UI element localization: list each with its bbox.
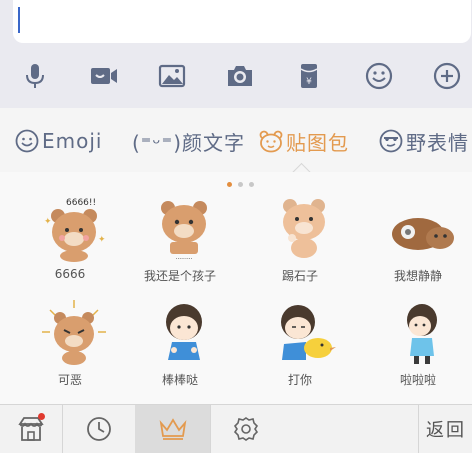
tab-emoji[interactable]: Emoji <box>14 126 102 156</box>
tab-emoji-label: Emoji <box>42 129 103 153</box>
sticker-caption: 我想静静 <box>393 269 442 283</box>
girl-sticker-image <box>407 304 437 364</box>
cool-face-icon <box>379 129 403 153</box>
bottom-bar: 返回 <box>0 404 472 453</box>
bear-sticker-image <box>283 199 325 258</box>
sticker-caption: 棒棒哒 <box>161 373 198 387</box>
sticker-item[interactable]: 啦啦啦 <box>368 294 468 399</box>
sticker-grid: 6666!! ✦ ✦ 6666 ········· 我还是个孩子 踢石子 我想静… <box>0 172 472 404</box>
settings-icon <box>233 417 259 441</box>
category-tabs: Emoji (⁼ᵕ⁼)颜文字 贴图包 野表情 <box>0 108 472 172</box>
girl-sticker-image <box>281 305 336 360</box>
sticker-item[interactable]: 我想静静 <box>368 190 468 295</box>
sticker-caption: 我还是个孩子 <box>143 269 216 283</box>
red-packet-icon: ¥ <box>300 64 318 88</box>
page-indicator <box>227 182 254 188</box>
input-toolbar: ¥ <box>0 52 472 100</box>
sticker-item[interactable]: ········· 我还是个孩子 <box>130 190 230 295</box>
svg-text:6666!!: 6666!! <box>66 198 96 208</box>
page-dot <box>249 182 254 187</box>
message-input[interactable] <box>13 0 471 43</box>
tab-kaomoji-label: (⁼ᵕ⁼)颜文字 <box>132 130 245 155</box>
vip-tab[interactable] <box>135 405 211 453</box>
bear-sticker-image: 6666!! ✦ ✦ <box>44 198 106 262</box>
svg-text:✦: ✦ <box>44 217 52 227</box>
tab-kaomoji[interactable]: (⁼ᵕ⁼)颜文字 <box>132 126 245 156</box>
crown-icon <box>159 418 186 440</box>
sticker-panel: Emoji (⁼ᵕ⁼)颜文字 贴图包 野表情 6666!! ✦ ✦ 6666 ·… <box>0 108 472 404</box>
sticker-item[interactable]: 踢石子 <box>250 190 350 295</box>
image-button[interactable] <box>150 52 194 100</box>
bear-face-icon <box>259 130 283 153</box>
page-dot <box>227 182 232 187</box>
tab-wild-emoji-label: 野表情 <box>406 130 469 155</box>
smiley-icon <box>15 129 39 153</box>
bear-sticker-image <box>42 300 106 365</box>
plus-icon <box>433 62 461 90</box>
sticker-caption: 打你 <box>287 373 312 387</box>
sticker-item[interactable]: 可恶 <box>20 294 120 399</box>
svg-text:¥: ¥ <box>306 77 312 87</box>
input-area: ¥ <box>0 0 472 108</box>
microphone-icon <box>26 64 44 88</box>
camera-icon <box>228 66 252 86</box>
back-button-label: 返回 <box>426 420 466 441</box>
notification-badge <box>38 413 45 420</box>
voice-button[interactable] <box>13 52 57 100</box>
camera-button[interactable] <box>218 52 262 100</box>
emoji-button[interactable] <box>357 52 401 100</box>
sticker-item[interactable]: 6666!! ✦ ✦ 6666 <box>20 190 120 295</box>
back-button[interactable]: 返回 <box>418 405 472 453</box>
image-icon <box>158 64 186 88</box>
video-icon <box>91 68 117 84</box>
tab-sticker-pack[interactable]: 贴图包 <box>258 126 349 156</box>
sticker-item[interactable]: 打你 <box>250 294 350 399</box>
sticker-item[interactable]: 棒棒哒 <box>130 294 230 399</box>
more-button[interactable] <box>425 52 469 100</box>
page-dot <box>238 182 243 187</box>
sticker-caption: 踢石子 <box>281 269 318 283</box>
bear-sticker-image <box>392 218 454 250</box>
settings-tab[interactable] <box>210 405 282 453</box>
recent-clock-icon <box>86 417 111 441</box>
video-button[interactable] <box>82 52 126 100</box>
text-caret <box>18 7 20 33</box>
store-tab[interactable] <box>0 405 63 453</box>
red-packet-button[interactable]: ¥ <box>287 52 331 100</box>
tab-sticker-pack-label: 贴图包 <box>286 130 349 155</box>
svg-text:·········: ········· <box>175 256 192 263</box>
tab-wild-emoji[interactable]: 野表情 <box>378 126 469 156</box>
girl-sticker-image <box>166 304 202 360</box>
recent-tab[interactable] <box>62 405 136 453</box>
bear-sticker-image: ········· <box>161 201 207 263</box>
emoji-icon <box>365 62 393 90</box>
svg-text:✦: ✦ <box>98 235 106 245</box>
sticker-caption: 啦啦啦 <box>399 373 436 387</box>
